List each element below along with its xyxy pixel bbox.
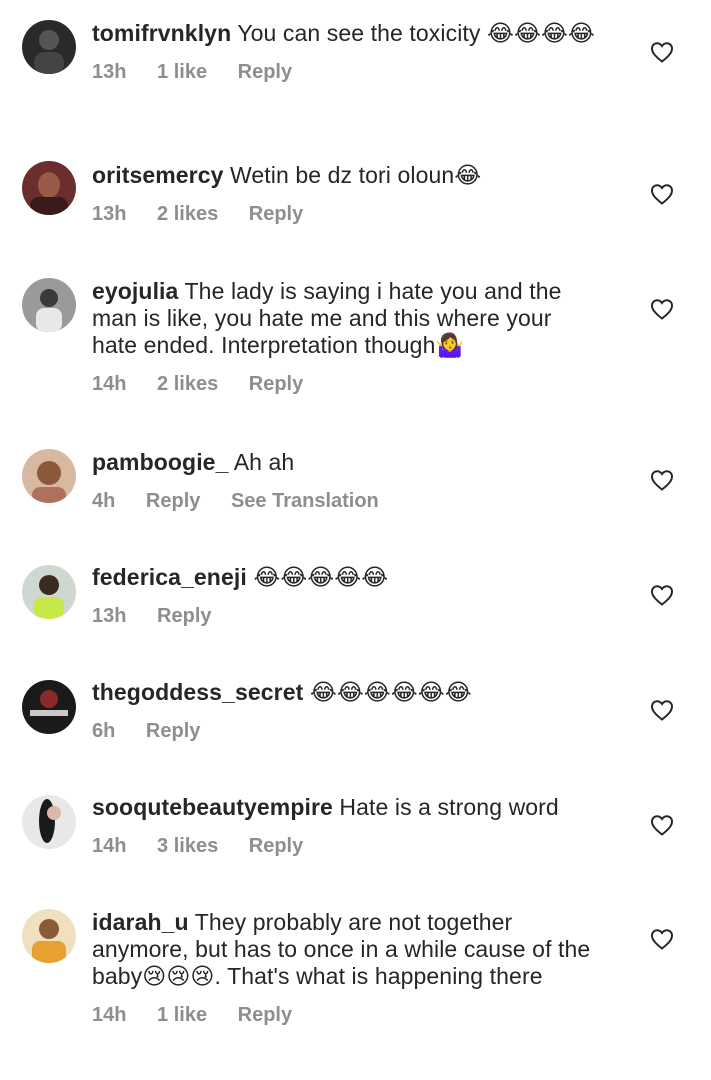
reply-button[interactable]: Reply [238, 61, 292, 83]
heart-outline-icon[interactable] [650, 41, 674, 63]
avatar[interactable] [22, 565, 76, 619]
reply-button[interactable]: Reply [249, 835, 303, 857]
comment-username[interactable]: sooqutebeautyempire [92, 794, 333, 820]
comment-username[interactable]: oritsemercy [92, 162, 224, 188]
avatar[interactable] [22, 909, 76, 963]
comment-meta: 13h 2 likes Reply [92, 203, 602, 226]
comment-username[interactable]: pamboogie_ [92, 449, 228, 475]
comment-body: 😂😂😂😂😂 [253, 564, 389, 590]
heart-outline-icon[interactable] [650, 584, 674, 606]
comment-text: tomifrvnklyn You can see the toxicity 😂😂… [92, 20, 602, 47]
comment-text: thegoddess_secret 😂😂😂😂😂😂 [92, 679, 602, 706]
comment-likes[interactable]: 1 like [157, 1004, 207, 1026]
heart-outline-icon[interactable] [650, 928, 674, 950]
comment-time: 14h [92, 1004, 127, 1026]
comment-meta: 14h 1 like Reply [92, 1004, 602, 1027]
reply-button[interactable]: Reply [238, 1004, 292, 1026]
heart-outline-icon[interactable] [650, 814, 674, 836]
comment-username[interactable]: thegoddess_secret [92, 679, 303, 705]
comment-body: Wetin be dz tori oloun😂 [230, 162, 482, 188]
comment-time: 4h [92, 490, 116, 512]
reply-button[interactable]: Reply [249, 203, 303, 225]
avatar[interactable] [22, 20, 76, 74]
comment-text: pamboogie_ Ah ah [92, 449, 602, 476]
comment-likes[interactable]: 2 likes [157, 373, 218, 395]
comment-username[interactable]: eyojulia [92, 278, 178, 304]
comment-meta: 14h 2 likes Reply [92, 373, 602, 396]
comment-time: 13h [92, 605, 127, 627]
avatar[interactable] [22, 278, 76, 332]
heart-outline-icon[interactable] [650, 699, 674, 721]
avatar[interactable] [22, 680, 76, 734]
comment-text: oritsemercy Wetin be dz tori oloun😂 [92, 162, 602, 189]
comment-time: 13h [92, 203, 127, 225]
reply-button[interactable]: Reply [249, 373, 303, 395]
comment-username[interactable]: federica_eneji [92, 564, 247, 590]
comment-likes[interactable]: 2 likes [157, 203, 218, 225]
comment-time: 14h [92, 835, 127, 857]
comment-time: 14h [92, 373, 127, 395]
avatar[interactable] [22, 795, 76, 849]
comment-username[interactable]: tomifrvnklyn [92, 20, 231, 46]
reply-button[interactable]: Reply [157, 605, 211, 627]
comment-text: federica_eneji 😂😂😂😂😂 [92, 564, 602, 591]
comment-text: sooqutebeautyempire Hate is a strong wor… [92, 794, 602, 821]
comment-text: eyojulia The lady is saying i hate you a… [92, 278, 602, 359]
comment-meta: 13h Reply [92, 605, 602, 628]
comment-meta: 13h 1 like Reply [92, 61, 602, 84]
reply-button[interactable]: Reply [146, 720, 200, 742]
comment-likes[interactable]: 1 like [157, 61, 207, 83]
comment-time: 6h [92, 720, 116, 742]
comment-text: idarah_u They probably are not together … [92, 909, 602, 990]
heart-outline-icon[interactable] [650, 183, 674, 205]
comment-body: 😂😂😂😂😂😂 [309, 679, 472, 705]
comment-meta: 4h Reply See Translation [92, 490, 602, 513]
comment-body: Hate is a strong word [339, 794, 559, 820]
comment-meta: 6h Reply [92, 720, 602, 743]
avatar[interactable] [22, 449, 76, 503]
comment-body: Ah ah [233, 449, 295, 475]
avatar[interactable] [22, 161, 76, 215]
comment-time: 13h [92, 61, 127, 83]
see-translation-button[interactable]: See Translation [231, 490, 379, 512]
comment-meta: 14h 3 likes Reply [92, 835, 602, 858]
comment-body: You can see the toxicity 😂😂😂😂 [237, 20, 595, 46]
heart-outline-icon[interactable] [650, 469, 674, 491]
heart-outline-icon[interactable] [650, 298, 674, 320]
comment-username[interactable]: idarah_u [92, 909, 189, 935]
comment-likes[interactable]: 3 likes [157, 835, 218, 857]
reply-button[interactable]: Reply [146, 490, 200, 512]
